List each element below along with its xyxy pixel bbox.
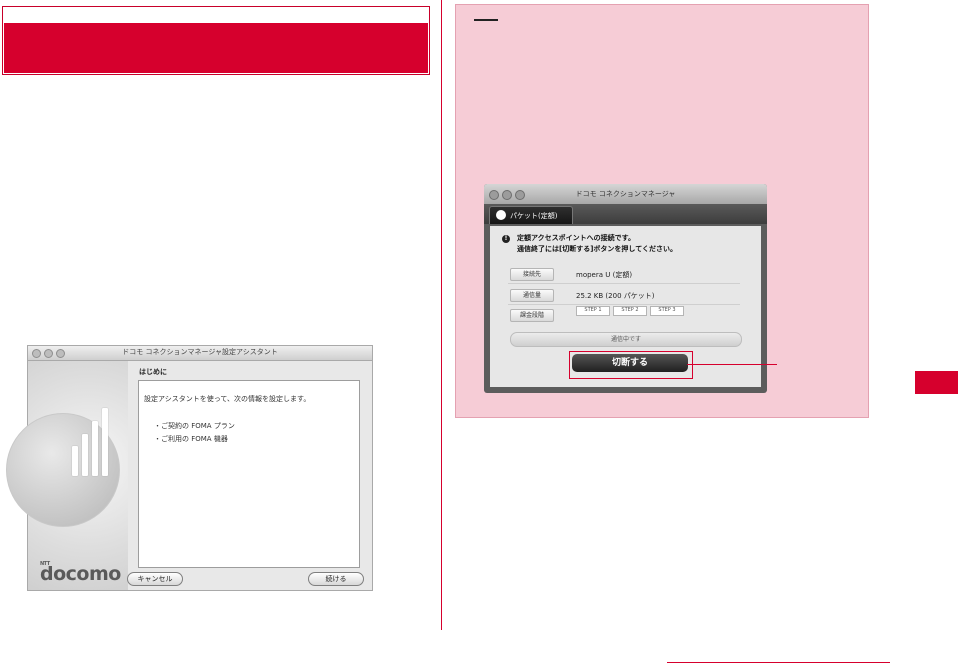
docomo-logo: NTT docomo — [40, 561, 121, 585]
callout-line — [687, 364, 777, 365]
setup-content-panel: 設定アシスタントを使って、次の情報を設定します。 ・ご契約の FOMA プラン … — [138, 380, 360, 568]
billing-stage-meter: STEP 1 STEP 2 STEP 3 — [576, 306, 686, 318]
chapter-tab-marker — [915, 371, 958, 394]
note-label-mark — [474, 19, 498, 29]
connection-manager-title: ドコモ コネクションマネージャ — [575, 190, 676, 198]
tab-packet-flat[interactable]: パケット(定額) — [489, 206, 573, 224]
row-divider — [508, 283, 740, 284]
setup-intro-text: 設定アシスタントを使って、次の情報を設定します。 — [144, 395, 311, 403]
disconnect-button[interactable]: 切断する — [572, 354, 688, 372]
column-divider — [441, 0, 442, 630]
field-label-traffic: 通信量 — [510, 289, 554, 302]
docomo-sidebar: NTT docomo — [6, 361, 128, 590]
row-divider — [508, 304, 740, 305]
setup-item: ・ご契約の FOMA プラン — [154, 422, 235, 430]
connection-status-bar: 通信中です — [510, 332, 742, 347]
setup-heading: はじめに — [139, 368, 167, 376]
connection-manager-window: ドコモ コネクションマネージャ パケット(定額) ! 定額アクセスポイントへの接… — [484, 184, 767, 393]
billing-stage-3: STEP 3 — [650, 306, 684, 316]
field-label-destination: 接続先 — [510, 268, 554, 281]
field-label-billing-stage: 課金段階 — [510, 309, 554, 322]
info-icon: ! — [502, 235, 510, 243]
connection-message-line: 通信終了には[切断する]ボタンを押してください。 — [517, 245, 677, 253]
setup-assistant-window: ドコモ コネクションマネージャ設定アシスタント NTT docomo はじめに 設… — [6, 345, 373, 591]
continue-button[interactable]: 続ける — [308, 572, 364, 586]
section-title-box — [2, 6, 430, 75]
cancel-button[interactable]: キャンセル — [127, 572, 183, 586]
bottom-link-underline — [667, 662, 890, 663]
tab-packet-flat-label: パケット(定額) — [510, 212, 558, 220]
billing-stage-1: STEP 1 — [576, 306, 610, 316]
setup-assistant-title: ドコモ コネクションマネージャ設定アシスタント — [122, 348, 278, 356]
section-title-stripe — [4, 23, 428, 73]
connection-manager-body: ! 定額アクセスポイントへの接続です。 通信終了には[切断する]ボタンを押してく… — [490, 226, 761, 387]
setup-assistant-titlebar: ドコモ コネクションマネージャ設定アシスタント — [28, 346, 372, 361]
connection-message-line: 定額アクセスポイントへの接続です。 — [517, 234, 635, 242]
field-value-traffic: 25.2 KB (200 パケット) — [576, 292, 655, 300]
field-value-destination: mopera U (定額) — [576, 271, 633, 279]
connection-status-icon — [496, 210, 506, 220]
billing-stage-2: STEP 2 — [613, 306, 647, 316]
setup-item: ・ご利用の FOMA 機器 — [154, 435, 228, 443]
connection-manager-titlebar: ドコモ コネクションマネージャ — [484, 184, 767, 204]
connection-tab-bar: パケット(定額) — [484, 204, 767, 224]
